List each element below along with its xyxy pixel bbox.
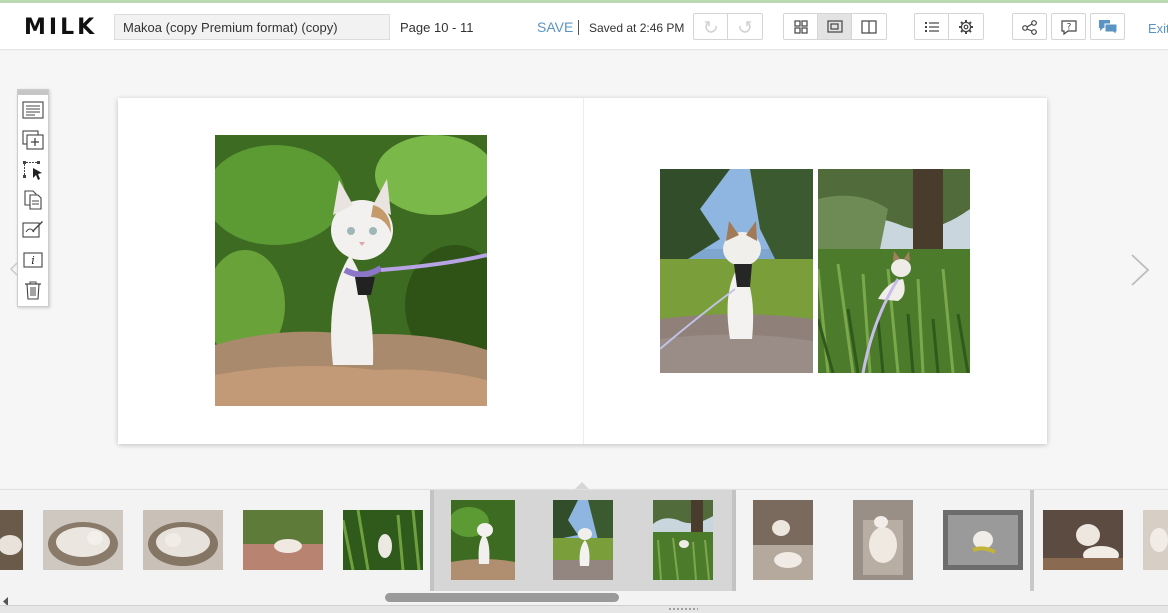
help-icon: ?	[1060, 19, 1077, 35]
spread-thumbnail[interactable]	[1143, 510, 1168, 570]
add-frame-icon	[22, 130, 44, 150]
spread-thumbnail[interactable]	[753, 500, 813, 580]
prev-spread-arrow[interactable]	[9, 262, 18, 281]
comments-icon	[1098, 19, 1117, 35]
thumbnail-photo	[1143, 510, 1168, 570]
spread-view-icon	[826, 19, 843, 33]
thumbnail-photo	[753, 500, 813, 580]
view-mode-buttons	[783, 13, 887, 40]
share-icon	[1021, 19, 1037, 35]
undo-button[interactable]	[694, 14, 728, 39]
next-spread-arrow[interactable]	[1130, 253, 1150, 292]
kitten-photo	[818, 169, 970, 373]
info-button[interactable]: i	[18, 245, 48, 275]
comments-button[interactable]	[1090, 13, 1125, 40]
thumbnail-photo	[853, 500, 913, 580]
trash-icon	[25, 281, 41, 300]
thumbnail-photo	[553, 500, 613, 580]
help-button[interactable]: ?	[1051, 13, 1086, 40]
gear-icon	[959, 19, 973, 34]
copy-button[interactable]	[18, 185, 48, 215]
photo-frame-kitten-rock[interactable]	[215, 135, 487, 406]
svg-text:?: ?	[1066, 22, 1071, 32]
thumbnail-photo	[43, 510, 123, 570]
copy-icon	[24, 190, 42, 210]
thumbnail-photo	[943, 510, 1023, 570]
undo-icon	[704, 20, 717, 33]
edit-frame-button[interactable]	[18, 215, 48, 245]
spread-thumbnail[interactable]	[553, 500, 613, 580]
grid-view-icon	[793, 19, 808, 34]
exit-link[interactable]: Exit	[1148, 21, 1168, 36]
add-frame-button[interactable]	[18, 125, 48, 155]
spread-filmstrip	[0, 489, 1168, 591]
spread-thumbnail[interactable]	[1043, 510, 1123, 570]
milk-logo[interactable]: MILK	[24, 15, 97, 40]
thumbnail-photo	[243, 510, 323, 570]
info-icon: i	[23, 252, 43, 268]
page-spread	[118, 98, 1047, 444]
delete-button[interactable]	[18, 275, 48, 305]
spread-spine	[583, 98, 584, 444]
redo-button[interactable]	[728, 14, 762, 39]
spread-thumbnail[interactable]	[853, 500, 913, 580]
page-view-icon	[861, 19, 877, 34]
spread-thumbnail[interactable]	[343, 510, 423, 570]
top-bar: MILK Page 10 - 11 SAVE Saved at 2:46 PM	[0, 3, 1168, 50]
thumbnail-photo	[653, 500, 713, 580]
select-tool-button[interactable]	[18, 155, 48, 185]
page-view-button[interactable]	[852, 14, 886, 39]
edit-frame-icon	[22, 221, 43, 238]
kitten-photo	[215, 135, 487, 406]
resize-grip-icon[interactable]	[668, 607, 698, 611]
thumbnail-photo	[343, 510, 423, 570]
thumbnail-photo	[0, 510, 23, 570]
spread-view-button[interactable]	[818, 14, 852, 39]
svg-text:i: i	[31, 254, 35, 267]
save-button[interactable]: SAVE	[537, 19, 573, 35]
chevron-left-icon	[9, 262, 18, 276]
thumbnail-photo	[1043, 510, 1123, 570]
list-icon	[924, 21, 939, 32]
page-indicator: Page 10 - 11	[400, 20, 474, 35]
spread-thumbnail[interactable]	[653, 500, 713, 580]
chevron-right-icon	[1131, 254, 1150, 286]
history-buttons	[693, 13, 763, 40]
grid-view-button[interactable]	[784, 14, 818, 39]
kitten-photo	[660, 169, 813, 373]
redo-icon	[739, 20, 751, 33]
select-tool-icon	[23, 161, 42, 180]
spread-separator	[1030, 490, 1034, 591]
project-title-input[interactable]	[114, 14, 390, 40]
thumbnail-photo	[143, 510, 223, 570]
element-toolbar: i	[17, 89, 49, 307]
bottom-resize-bar	[0, 605, 1168, 613]
list-button[interactable]	[915, 14, 949, 39]
header-divider	[578, 20, 579, 35]
spread-canvas: i	[0, 51, 1168, 488]
spread-thumbnail[interactable]	[943, 510, 1023, 570]
text-tool-button[interactable]	[18, 95, 48, 125]
text-tool-icon	[22, 101, 44, 119]
scrollbar-thumb[interactable]	[385, 593, 619, 602]
spread-thumbnail[interactable]	[451, 500, 515, 580]
photo-frame-kitten-grass[interactable]	[818, 169, 970, 373]
share-button[interactable]	[1012, 13, 1047, 40]
photo-frame-kitten-sitting[interactable]	[660, 169, 813, 373]
panel-buttons	[914, 13, 984, 40]
spread-thumbnail[interactable]	[43, 510, 123, 570]
settings-button[interactable]	[949, 14, 983, 39]
spread-thumbnail[interactable]	[0, 510, 23, 570]
spread-thumbnail[interactable]	[143, 510, 223, 570]
spread-thumbnail[interactable]	[243, 510, 323, 570]
saved-status: Saved at 2:46 PM	[589, 21, 685, 35]
thumbnail-photo	[451, 500, 515, 580]
filmstrip-scrollbar[interactable]	[0, 591, 1168, 606]
